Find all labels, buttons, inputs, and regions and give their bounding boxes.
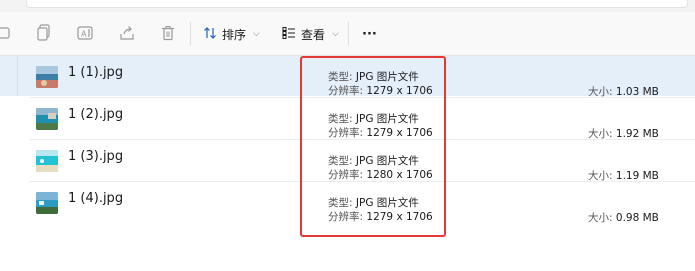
sort-label: 排序 bbox=[222, 27, 247, 42]
image-thumbnail bbox=[36, 150, 58, 172]
file-name: 1 (4).jpg bbox=[68, 191, 124, 206]
file-name: 1 (3).jpg bbox=[68, 149, 124, 164]
delete-icon[interactable] bbox=[159, 24, 177, 42]
more-icon: ··· bbox=[362, 26, 377, 42]
view-icon bbox=[282, 26, 296, 43]
view-label: 查看 bbox=[301, 27, 326, 42]
file-name: 1 (2).jpg bbox=[68, 107, 124, 122]
share-icon[interactable] bbox=[118, 24, 136, 42]
highlight-box bbox=[300, 56, 446, 237]
rename-icon[interactable]: A bbox=[77, 24, 95, 42]
svg-text:A: A bbox=[81, 30, 87, 39]
address-area bbox=[0, 0, 695, 12]
image-thumbnail bbox=[36, 192, 58, 214]
chevron-down-icon: ⌵ bbox=[253, 29, 260, 39]
copy-icon[interactable] bbox=[35, 24, 53, 42]
cut-icon[interactable] bbox=[0, 24, 12, 42]
command-bar: A 排序 ⌵ 查看 ⌵ ··· bbox=[0, 12, 695, 56]
more-options-button[interactable]: ··· bbox=[362, 22, 377, 46]
view-button[interactable]: 查看 ⌵ bbox=[282, 22, 339, 46]
file-size: 大小: 0.98 MB bbox=[588, 212, 659, 224]
toolbar-separator bbox=[348, 22, 349, 46]
chevron-down-icon: ⌵ bbox=[332, 29, 339, 39]
image-thumbnail bbox=[36, 108, 58, 130]
image-thumbnail bbox=[36, 66, 58, 88]
address-field[interactable] bbox=[26, 0, 688, 8]
sort-button[interactable]: 排序 ⌵ bbox=[203, 22, 260, 46]
sort-icon bbox=[203, 26, 217, 43]
toolbar-separator bbox=[190, 22, 191, 46]
file-name: 1 (1).jpg bbox=[68, 65, 124, 80]
